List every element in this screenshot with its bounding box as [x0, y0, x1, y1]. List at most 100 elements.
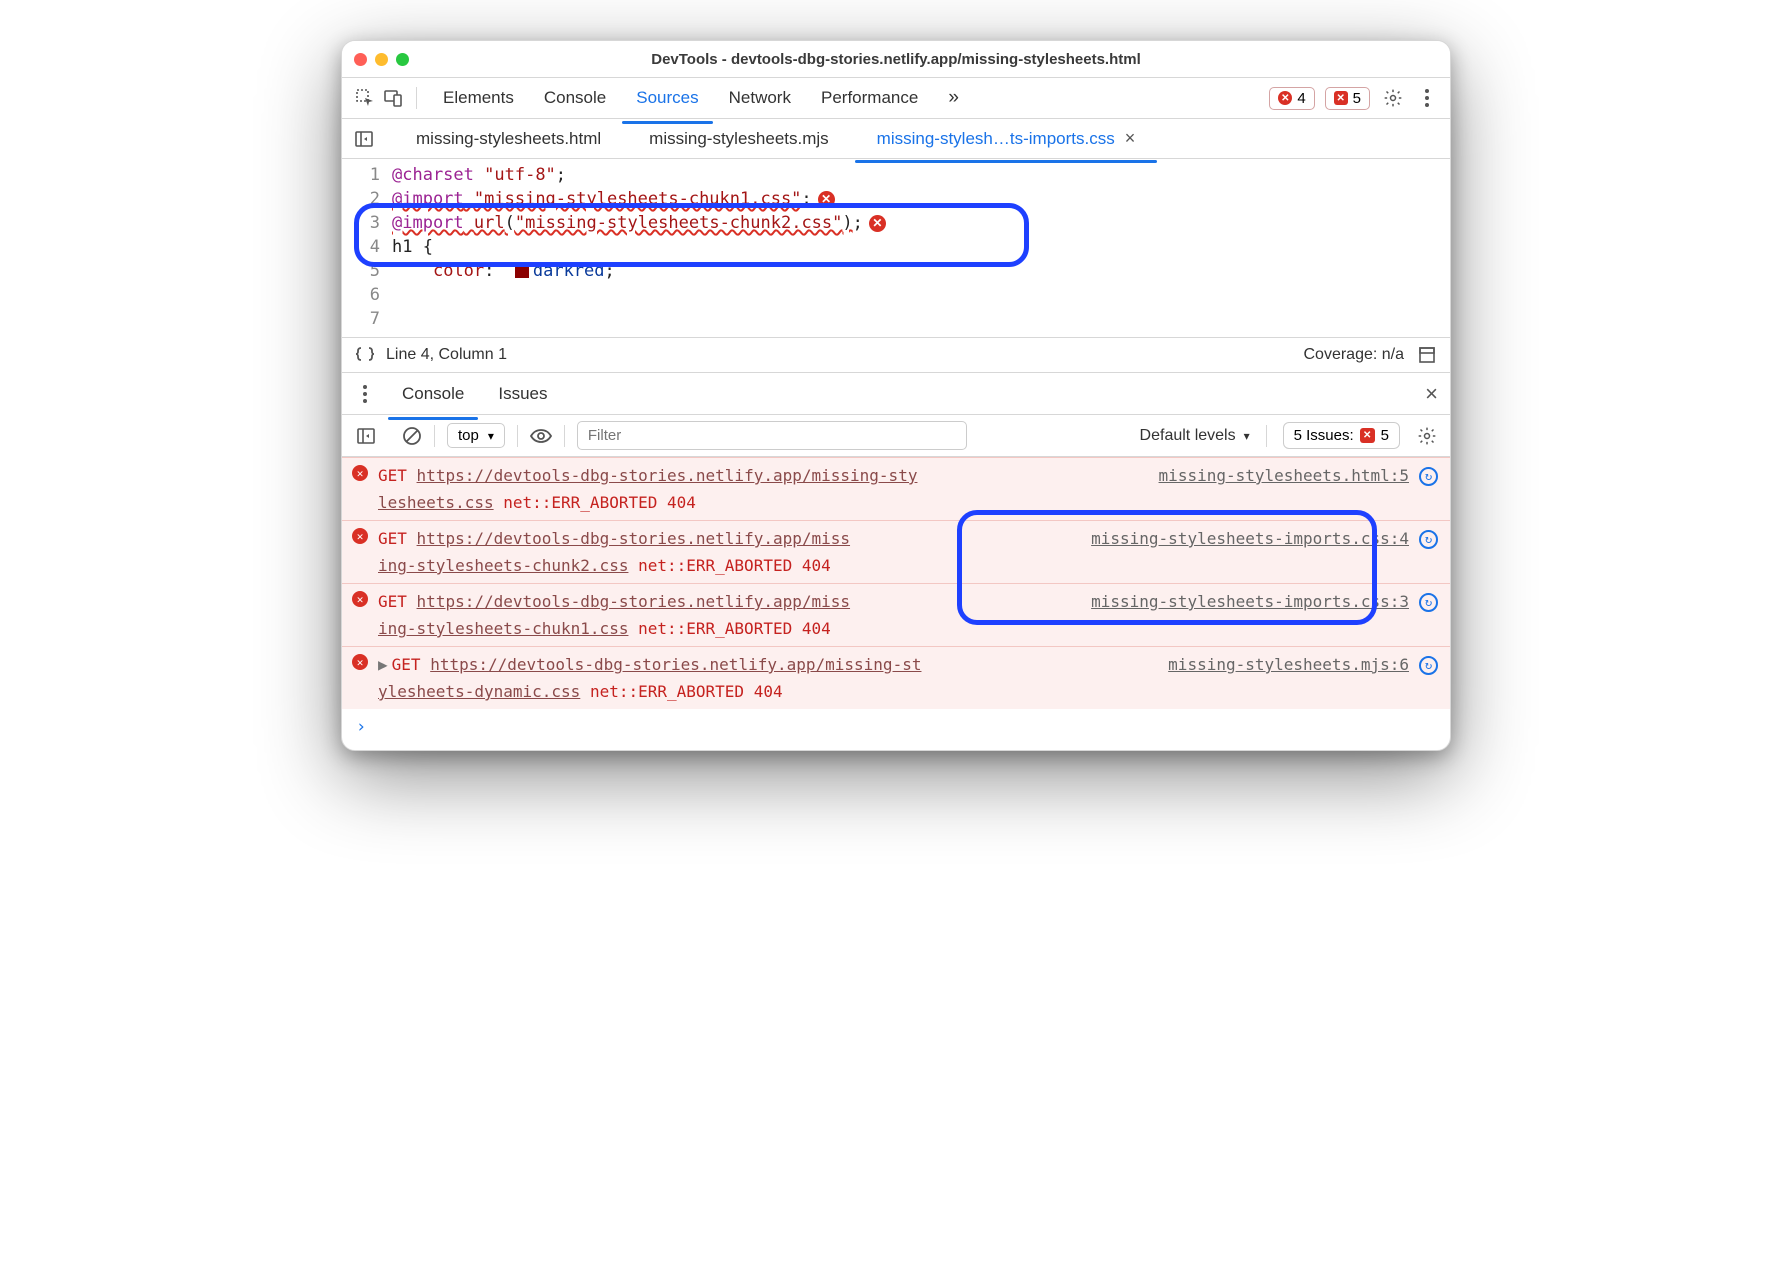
context-selector[interactable]: top: [447, 423, 505, 448]
pretty-print-icon[interactable]: [354, 346, 376, 364]
issues-badge[interactable]: ✕ 5: [1325, 87, 1370, 110]
close-drawer-icon[interactable]: ×: [1425, 381, 1438, 407]
cursor-position: Line 4, Column 1: [386, 346, 507, 364]
coverage-label: Coverage: n/a: [1303, 346, 1404, 364]
console-error-message[interactable]: ✕GET https://devtools-dbg-stories.netlif…: [342, 583, 1450, 646]
minimize-window-button[interactable]: [375, 53, 388, 66]
close-tab-icon[interactable]: ×: [1125, 128, 1136, 149]
request-url[interactable]: lesheets.css: [378, 493, 494, 512]
error-icon: ✕: [1278, 91, 1292, 105]
line-gutter: 1234567: [342, 163, 392, 331]
titlebar: DevTools - devtools-dbg-stories.netlify.…: [342, 41, 1450, 77]
tab-network[interactable]: Network: [715, 80, 805, 116]
replay-xhr-icon[interactable]: ↻: [1419, 593, 1438, 612]
code-line[interactable]: h1 {: [392, 235, 1450, 259]
file-tab-html[interactable]: missing-stylesheets.html: [394, 121, 623, 157]
code-line[interactable]: @import url("missing-stylesheets-chunk2.…: [392, 211, 1450, 235]
console-settings-icon[interactable]: [1416, 425, 1438, 447]
console-body: ✕GET https://devtools-dbg-stories.netlif…: [342, 457, 1450, 750]
error-icon: ✕: [352, 591, 368, 607]
error-icon: ✕: [352, 465, 368, 481]
code-line[interactable]: color: darkred;: [392, 259, 1450, 283]
drawer-tab-issues[interactable]: Issues: [484, 376, 561, 412]
request-url[interactable]: https://devtools-dbg-stories.netlify.app…: [417, 592, 850, 611]
clear-console-icon[interactable]: [402, 426, 422, 446]
issues-button[interactable]: 5 Issues: ✕ 5: [1283, 422, 1400, 449]
source-link[interactable]: missing-stylesheets-imports.css:4: [1091, 529, 1409, 548]
console-error-message[interactable]: ✕▶GET https://devtools-dbg-stories.netli…: [342, 646, 1450, 709]
line-number[interactable]: 1: [342, 163, 380, 187]
close-window-button[interactable]: [354, 53, 367, 66]
show-navigator-icon[interactable]: [352, 127, 376, 151]
request-url[interactable]: https://devtools-dbg-stories.netlify.app…: [430, 655, 921, 674]
tab-elements[interactable]: Elements: [429, 80, 528, 116]
device-toolbar-icon[interactable]: [382, 87, 404, 109]
settings-icon[interactable]: [1382, 87, 1404, 109]
log-levels-selector[interactable]: Default levels: [1140, 427, 1250, 445]
devtools-window: DevTools - devtools-dbg-stories.netlify.…: [341, 40, 1451, 751]
issue-icon: ✕: [1334, 91, 1348, 105]
replay-xhr-icon[interactable]: ↻: [1419, 467, 1438, 486]
line-number[interactable]: 6: [342, 283, 380, 307]
drawer-more-icon[interactable]: [354, 383, 376, 405]
traffic-lights: [354, 53, 409, 66]
coverage-toggle-icon[interactable]: [1416, 346, 1438, 364]
console-toolbar: top Default levels 5 Issues: ✕ 5: [342, 415, 1450, 457]
main-toolbar: Elements Console Sources Network Perform…: [342, 77, 1450, 119]
editor-statusbar: Line 4, Column 1 Coverage: n/a: [342, 337, 1450, 373]
panel-tabs: Elements Console Sources Network Perform…: [429, 79, 973, 117]
more-menu-icon[interactable]: [1416, 87, 1438, 109]
maximize-window-button[interactable]: [396, 53, 409, 66]
separator: [564, 425, 565, 447]
console-filter-input[interactable]: [577, 421, 967, 450]
line-number[interactable]: 2: [342, 187, 380, 211]
error-icon: ✕: [352, 528, 368, 544]
code-line[interactable]: @import "missing-stylesheets-chukn1.css"…: [392, 187, 1450, 211]
line-number[interactable]: 3: [342, 211, 380, 235]
issues-count: 5: [1353, 90, 1361, 107]
more-panels-button[interactable]: »: [934, 79, 973, 117]
issue-icon: ✕: [1360, 428, 1375, 443]
tab-console[interactable]: Console: [530, 80, 620, 116]
drawer-tab-console[interactable]: Console: [388, 376, 478, 412]
replay-xhr-icon[interactable]: ↻: [1419, 656, 1438, 675]
console-error-message[interactable]: ✕GET https://devtools-dbg-stories.netlif…: [342, 520, 1450, 583]
console-error-message[interactable]: ✕GET https://devtools-dbg-stories.netlif…: [342, 457, 1450, 520]
errors-badge[interactable]: ✕ 4: [1269, 87, 1314, 110]
separator: [416, 87, 417, 109]
separator: [517, 425, 518, 447]
code-line[interactable]: @charset "utf-8";: [392, 163, 1450, 187]
expand-icon[interactable]: ▶: [378, 655, 388, 674]
request-url[interactable]: ylesheets-dynamic.css: [378, 682, 580, 701]
drawer-tabs: Console Issues ×: [342, 373, 1450, 415]
chevron-down-icon: [485, 427, 494, 444]
live-expression-icon[interactable]: [530, 428, 552, 444]
file-tab-css[interactable]: missing-stylesh…ts-imports.css ×: [855, 120, 1158, 157]
console-prompt[interactable]: ›: [342, 709, 1450, 746]
source-link[interactable]: missing-stylesheets.html:5: [1159, 466, 1409, 485]
line-number[interactable]: 7: [342, 307, 380, 331]
tab-performance[interactable]: Performance: [807, 80, 932, 116]
code-area[interactable]: @charset "utf-8";@import "missing-styles…: [392, 163, 1450, 331]
inspect-element-icon[interactable]: [354, 87, 376, 109]
request-url[interactable]: ing-stylesheets-chunk2.css: [378, 556, 628, 575]
error-marker-icon[interactable]: ✕: [818, 191, 835, 208]
tab-sources[interactable]: Sources: [622, 80, 712, 116]
request-url[interactable]: https://devtools-dbg-stories.netlify.app…: [417, 466, 918, 485]
file-tabs: missing-stylesheets.html missing-stylesh…: [342, 119, 1450, 159]
window-title: DevTools - devtools-dbg-stories.netlify.…: [342, 51, 1450, 68]
color-swatch[interactable]: [515, 264, 529, 278]
line-number[interactable]: 4: [342, 235, 380, 259]
source-link[interactable]: missing-stylesheets-imports.css:3: [1091, 592, 1409, 611]
chevron-down-icon: [1241, 427, 1250, 445]
replay-xhr-icon[interactable]: ↻: [1419, 530, 1438, 549]
show-console-sidebar-icon[interactable]: [354, 424, 378, 448]
request-url[interactable]: ing-stylesheets-chukn1.css: [378, 619, 628, 638]
errors-count: 4: [1297, 90, 1305, 107]
line-number[interactable]: 5: [342, 259, 380, 283]
error-marker-icon[interactable]: ✕: [869, 215, 886, 232]
request-url[interactable]: https://devtools-dbg-stories.netlify.app…: [417, 529, 850, 548]
source-link[interactable]: missing-stylesheets.mjs:6: [1168, 655, 1409, 674]
file-tab-mjs[interactable]: missing-stylesheets.mjs: [627, 121, 851, 157]
source-editor[interactable]: 1234567 @charset "utf-8";@import "missin…: [342, 159, 1450, 337]
